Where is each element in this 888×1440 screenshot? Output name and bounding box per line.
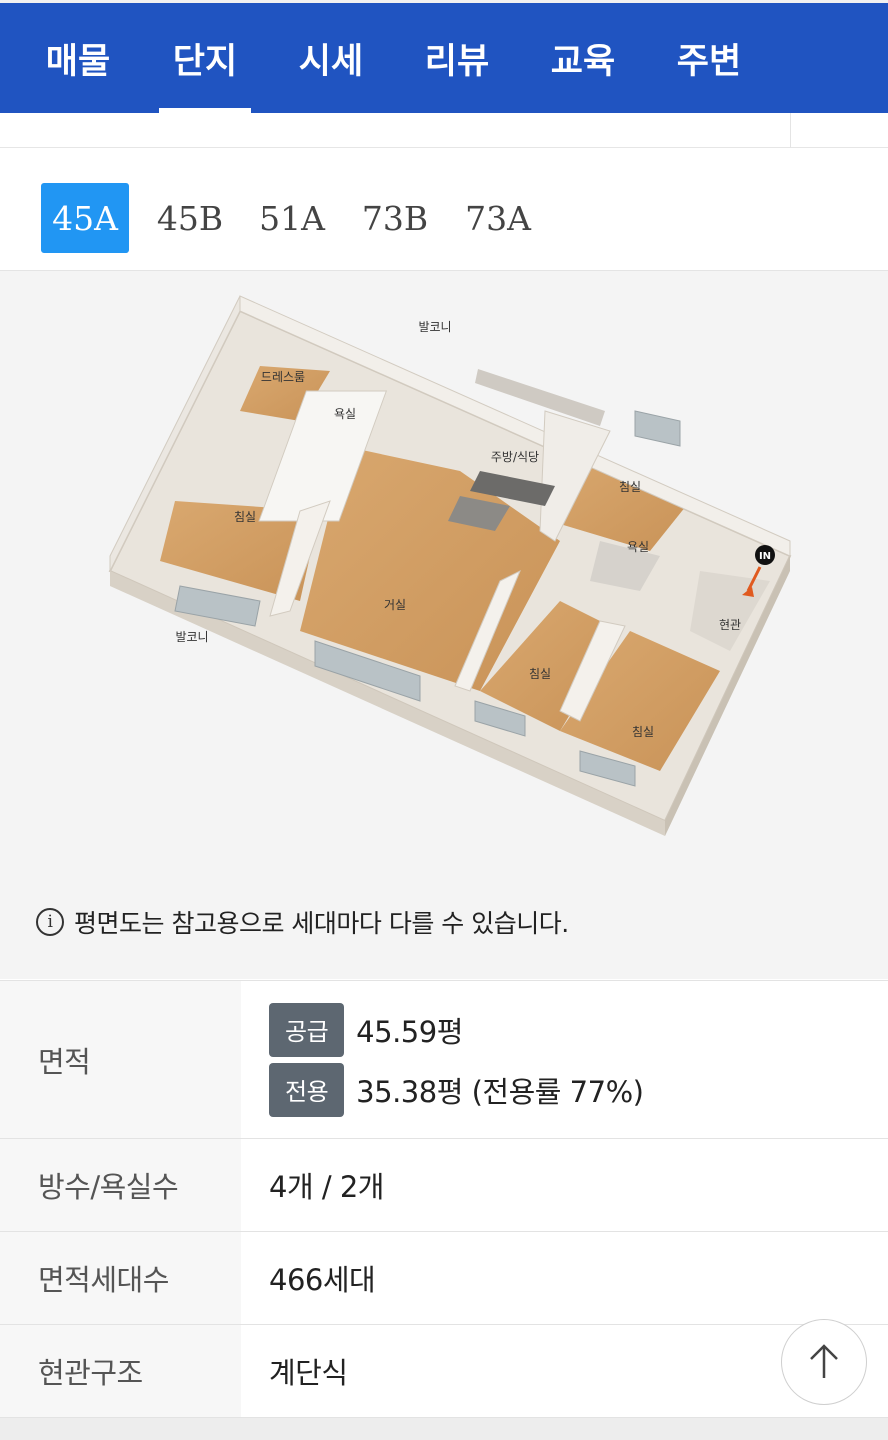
table-row: 현관구조 계단식 (0, 1325, 888, 1418)
households-value: 466세대 (269, 1263, 376, 1297)
bottom-bar (0, 1418, 888, 1440)
room-label-kitchen: 주방/식당 (491, 450, 539, 464)
room-label-balcony-top: 발코니 (418, 320, 451, 334)
exclusive-line: 전용 35.38평 (전용률 77%) (269, 1062, 644, 1117)
tab-listings[interactable]: 매물 (32, 3, 124, 113)
supply-value: 45.59평 (356, 1014, 463, 1049)
rooms-label: 방수/욕실수 (0, 1139, 241, 1231)
floorplan-notice-text: 평면도는 참고용으로 세대마다 다를 수 있습니다. (74, 909, 569, 938)
room-label-bed3: 침실 (529, 667, 551, 681)
room-label-bath1: 욕실 (334, 407, 356, 421)
type-73b-button[interactable]: 73B (351, 183, 439, 253)
top-nav: 매물 단지 시세 리뷰 교육 주변 (0, 0, 888, 113)
floorplan-area: IN 드레스룸 욕실 주방/식당 침실 침실 욕실 거실 현관 발코니 발코니 … (0, 271, 888, 979)
info-circle-icon: i (36, 908, 64, 936)
exclusive-value: 35.38평 (전용률 77%) (356, 1074, 644, 1109)
table-row: 방수/욕실수 4개 / 2개 (0, 1139, 888, 1232)
arrow-up-icon (810, 1344, 838, 1378)
rooms-value: 4개 / 2개 (269, 1170, 384, 1204)
divider (790, 113, 791, 148)
tab-review[interactable]: 리뷰 (411, 3, 503, 113)
table-row: 면적세대수 466세대 (0, 1232, 888, 1325)
unit-type-selector: 45A 45B 51A 73B 73A (0, 149, 888, 271)
tab-nearby[interactable]: 주변 (663, 3, 755, 113)
supply-line: 공급 45.59평 (269, 1002, 463, 1057)
room-label-entrance: 현관 (719, 618, 741, 632)
area-value: 공급 45.59평 전용 35.38평 (전용률 77%) (241, 981, 888, 1138)
households-label: 면적세대수 (0, 1232, 241, 1324)
in-marker-label: IN (759, 551, 771, 562)
room-label-bed2: 침실 (234, 510, 256, 524)
table-row: 면적 공급 45.59평 전용 35.38평 (전용률 77%) (0, 981, 888, 1139)
room-label-balcony-left: 발코니 (175, 630, 208, 644)
tab-price[interactable]: 시세 (285, 3, 377, 113)
area-label: 면적 (0, 981, 241, 1138)
type-73a-button[interactable]: 73A (454, 183, 542, 253)
type-45a-button[interactable]: 45A (41, 183, 129, 253)
room-label-living: 거실 (384, 598, 406, 612)
floorplan-notice: i 평면도는 참고용으로 세대마다 다를 수 있습니다. (36, 902, 569, 942)
floorplan-image: IN 드레스룸 욕실 주방/식당 침실 침실 욕실 거실 현관 발코니 발코니 … (108, 295, 792, 836)
room-label-dressroom: 드레스룸 (261, 370, 305, 384)
type-51a-button[interactable]: 51A (248, 183, 336, 253)
room-label-bed1: 침실 (619, 480, 641, 494)
room-label-bath2: 욕실 (627, 540, 649, 554)
exclusive-chip: 전용 (269, 1062, 345, 1117)
type-45b-button[interactable]: 45B (146, 183, 234, 253)
unit-info-table: 면적 공급 45.59평 전용 35.38평 (전용률 77%) 방수/욕실수 … (0, 980, 888, 1418)
room-label-bed4: 침실 (632, 725, 654, 739)
supply-chip: 공급 (269, 1002, 345, 1057)
entrance-label: 현관구조 (0, 1325, 241, 1417)
scroll-top-button[interactable] (781, 1319, 867, 1405)
sub-strip (0, 113, 888, 148)
tab-education[interactable]: 교육 (537, 3, 629, 113)
tab-complex[interactable]: 단지 (159, 3, 251, 113)
